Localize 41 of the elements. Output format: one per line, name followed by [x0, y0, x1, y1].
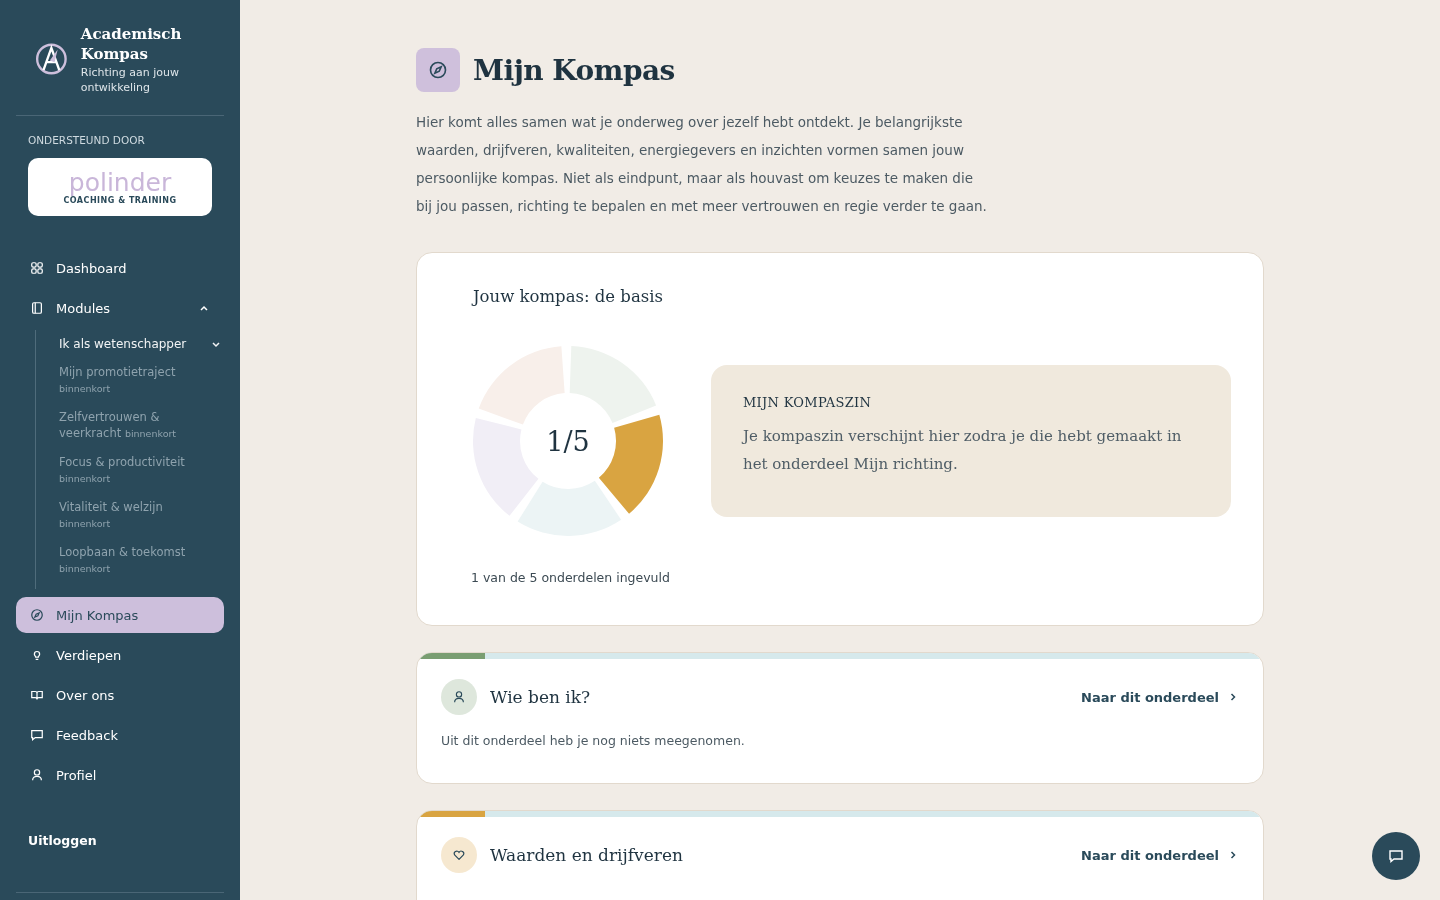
intro-text: Hier komt alles samen wat je onderweg over jezelf hebt ontdekt. Je belangrijkste waarden, drijfveren, kwaliteiten, energiegevers en inzichten vormen samen jouw persoonlijke kompas. Niet als eindpunt, maar als houvast om keuzes te maken die bij jou passen, richting te bepalen en met meer vertrouwen en regie verder te gaan.	[416, 113, 988, 216]
chat-icon	[1388, 848, 1404, 864]
submenu-item: Vitaliteit & welzijn binnenkort	[59, 499, 164, 531]
section-link[interactable]: Naar dit onderdeel	[1081, 689, 1239, 705]
submenu-item: Mijn promotietraject binnenkort	[59, 364, 177, 396]
nav-item[interactable]: Dashboard	[16, 250, 224, 286]
submenu-item: Loopbaan & toekomst binnenkort	[59, 544, 187, 576]
section-title: Waarden en drijfveren	[490, 845, 684, 865]
logout-link[interactable]: Uitloggen	[28, 833, 224, 848]
panel-label: MIJN KOMPASZIN	[743, 395, 873, 410]
submenu-item[interactable]: Ik als wetenschapper	[59, 330, 224, 358]
compass-icon	[416, 48, 460, 92]
panel-text: Je kompaszin verschijnt hier zodra je die hebt gemaakt in het onderdeel Mijn richting.	[743, 426, 1183, 475]
nav-item[interactable]: Over ons	[16, 677, 224, 713]
submenu-item: Zelfvertrouwen & veerkracht binnenkort	[59, 409, 178, 442]
compass-icon	[30, 608, 44, 622]
chat-icon	[30, 728, 44, 742]
brand-title: Academisch Kompas	[80, 24, 183, 64]
brand-subtitle: Richting aan jouw ontwikkeling	[80, 65, 180, 95]
panel-icon	[30, 301, 44, 315]
section-icon	[441, 837, 477, 873]
book-icon	[30, 688, 44, 702]
sponsor-logo[interactable]: polinder COACHING & TRAINING	[28, 158, 212, 216]
submenu-item: Focus & productiviteit binnenkort	[59, 454, 186, 486]
nav-item[interactable]: Mijn Kompas	[16, 597, 224, 633]
progress-count: 1/5	[546, 425, 590, 457]
grid-icon	[30, 261, 44, 275]
progress-caption: 1 van de 5 onderdelen ingevuld	[471, 570, 671, 585]
section-text: Uit dit onderdeel heb je nog niets meegenomen.	[441, 733, 746, 748]
chat-button[interactable]	[1372, 832, 1420, 880]
page-title: Mijn Kompas	[473, 53, 675, 87]
sponsor-label: ONDERSTEUND DOOR	[28, 134, 146, 146]
nav-item[interactable]: Feedback	[16, 717, 224, 753]
section-icon	[441, 679, 477, 715]
nav-item[interactable]: Profiel	[16, 757, 224, 793]
card-title: Jouw kompas: de basis	[473, 287, 664, 306]
nav-item[interactable]: Verdiepen	[16, 637, 224, 673]
nav-item[interactable]: Modules	[16, 290, 224, 326]
section-link[interactable]: Naar dit onderdeel	[1081, 847, 1239, 863]
user-icon	[30, 768, 44, 782]
section-title: Wie ben ik?	[490, 687, 592, 707]
